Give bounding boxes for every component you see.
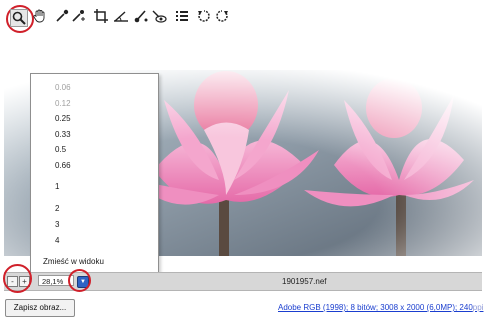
zoom-option-3[interactable]: 3 bbox=[55, 220, 59, 230]
list-tool-button[interactable] bbox=[174, 8, 190, 24]
save-image-button[interactable]: Zapisz obraz... bbox=[5, 299, 75, 317]
zoom-option-0-06: 0.06 bbox=[55, 83, 71, 92]
image-info-link[interactable]: Adobe RGB (1998); 8 bitów; 3008 x 2000 (… bbox=[278, 303, 483, 312]
rotate-left-tool-button[interactable] bbox=[196, 8, 212, 24]
toolbar bbox=[0, 0, 500, 34]
zoom-option-0-33[interactable]: 0.33 bbox=[55, 130, 71, 140]
eyedropper-icon bbox=[56, 9, 69, 22]
zoom-option-4[interactable]: 4 bbox=[55, 236, 59, 246]
brush-icon bbox=[134, 10, 148, 23]
zoom-option-1[interactable]: 1 bbox=[55, 182, 59, 192]
image-info-fade: ppi bbox=[472, 303, 484, 312]
rotate-left-icon bbox=[198, 10, 210, 22]
file-name: 1901957.nef bbox=[282, 277, 327, 286]
zoom-buttons-highlight bbox=[3, 264, 32, 293]
eyedropper-plus-icon bbox=[72, 10, 85, 22]
zoom-dropdown-menu: 0.06 0.12 0.25 0.33 0.5 0.66 1 2 3 4 Zmi… bbox=[30, 73, 159, 273]
rotate-right-tool-button[interactable] bbox=[214, 8, 230, 24]
straighten-tool-button[interactable] bbox=[113, 8, 129, 24]
zoom-option-0-66[interactable]: 0.66 bbox=[55, 161, 71, 171]
straighten-icon bbox=[114, 11, 128, 22]
white-balance-tool-button[interactable] bbox=[70, 8, 86, 24]
hand-icon bbox=[33, 9, 45, 23]
red-eye-tool-button[interactable] bbox=[133, 8, 149, 24]
zoom-dropdown-highlight bbox=[68, 269, 91, 292]
eye-icon bbox=[152, 10, 167, 23]
list-icon bbox=[176, 11, 188, 21]
magnifier-icon bbox=[12, 11, 26, 25]
image-info-text: Adobe RGB (1998); 8 bitów; 3008 x 2000 (… bbox=[278, 303, 473, 312]
zoom-option-0-25[interactable]: 0.25 bbox=[55, 114, 71, 124]
eyedropper-tool-button[interactable] bbox=[54, 8, 70, 24]
crop-icon bbox=[94, 9, 108, 23]
zoom-option-2[interactable]: 2 bbox=[55, 204, 59, 214]
retouch-tool-button[interactable] bbox=[151, 8, 167, 24]
hand-tool-button[interactable] bbox=[32, 8, 48, 24]
zoom-tool-button[interactable] bbox=[10, 9, 28, 27]
zoom-fit-option[interactable]: Zmieść w widoku bbox=[43, 257, 104, 266]
zoom-option-0-5[interactable]: 0.5 bbox=[55, 145, 66, 155]
rotate-right-icon bbox=[216, 10, 228, 22]
crop-tool-button[interactable] bbox=[93, 8, 109, 24]
zoom-option-0-12: 0.12 bbox=[55, 99, 71, 108]
